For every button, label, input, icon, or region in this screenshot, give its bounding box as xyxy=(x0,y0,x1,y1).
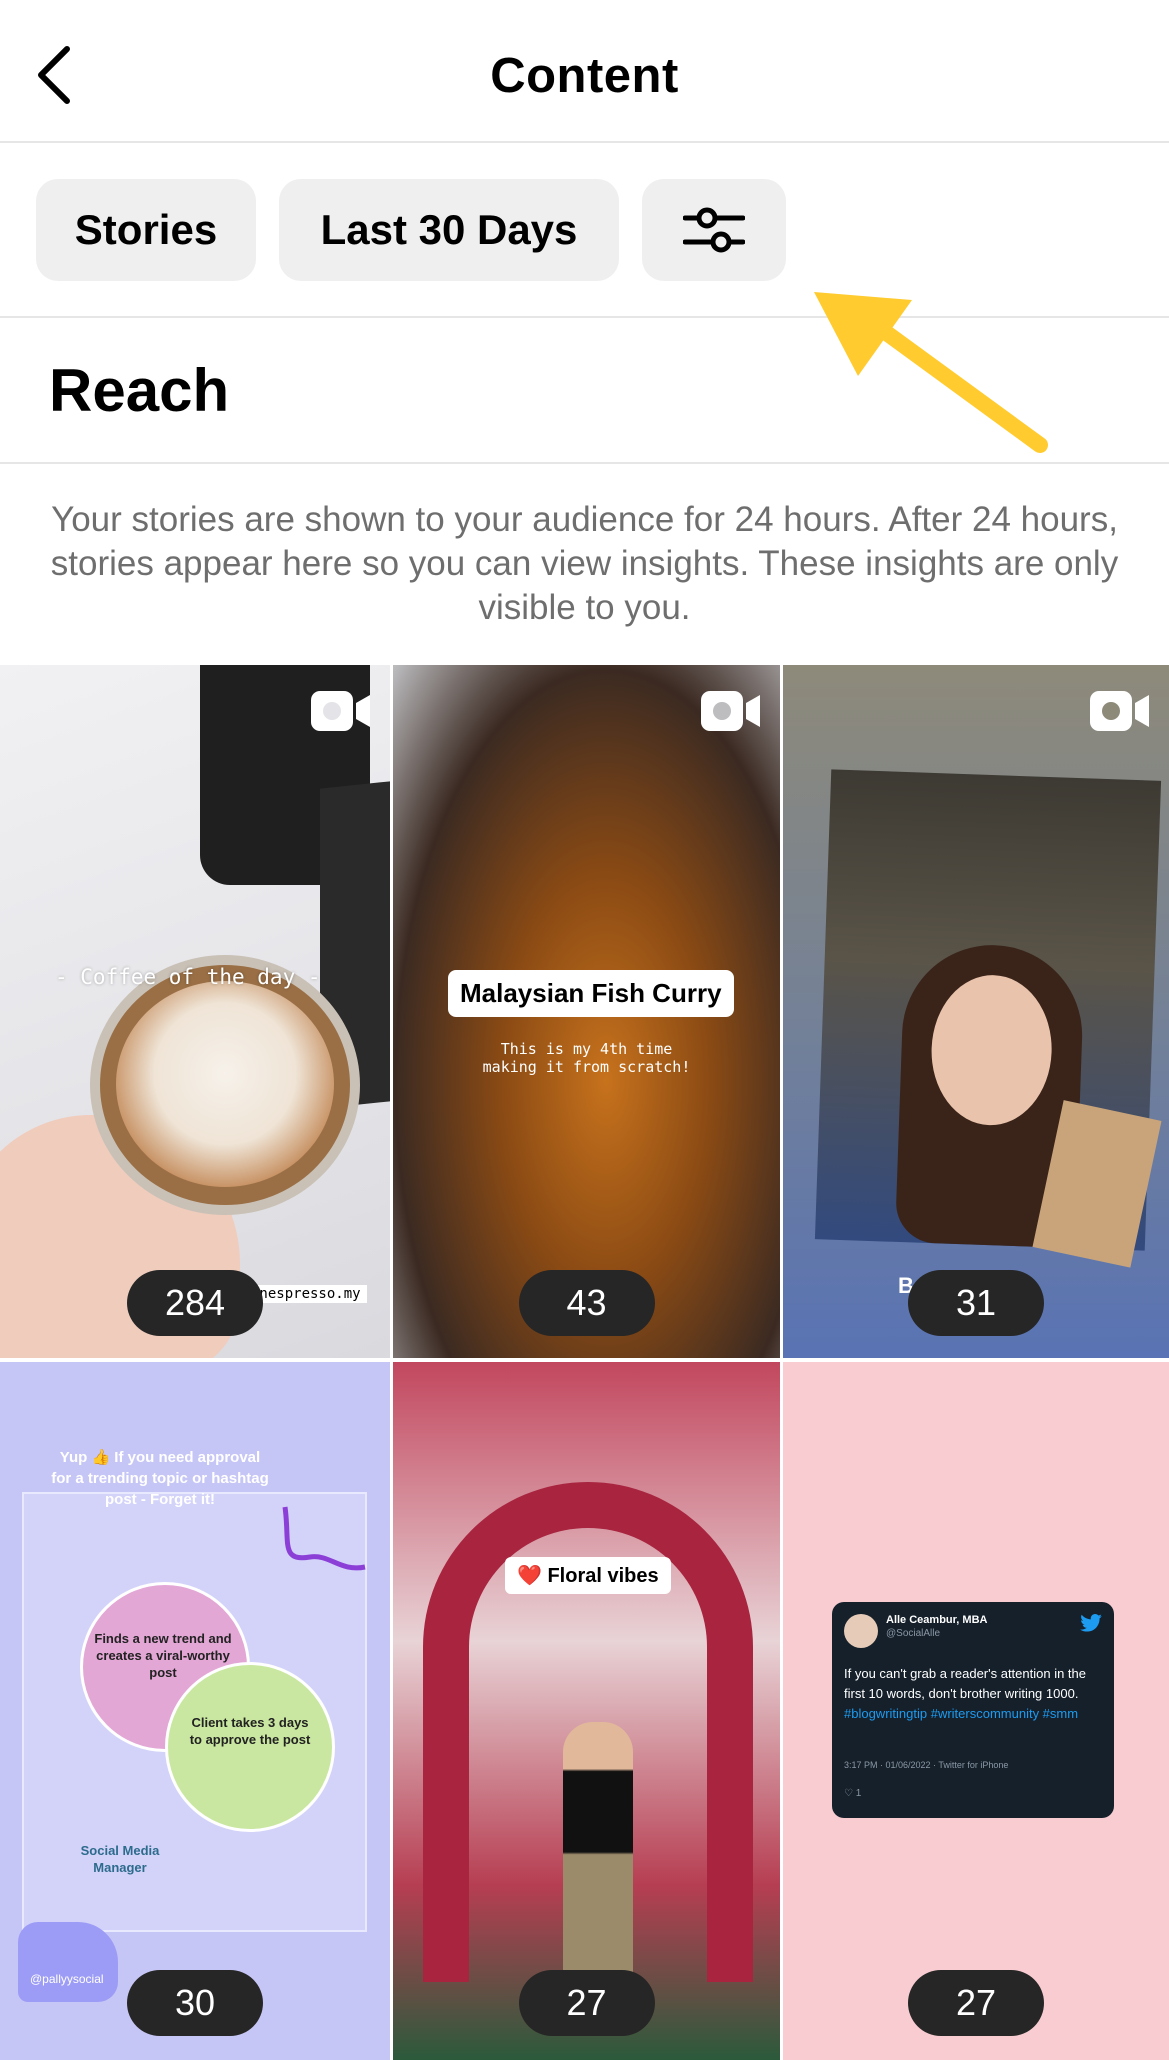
date-range-filter[interactable]: Last 30 Days xyxy=(279,179,619,281)
content-type-filter[interactable]: Stories xyxy=(36,179,256,281)
person xyxy=(563,1722,633,1982)
tweet-meta: 3:17 PM · 01/06/2022 · Twitter for iPhon… xyxy=(844,1760,1009,1770)
reach-count: 284 xyxy=(127,1270,263,1336)
story-tile-6[interactable]: Alle Ceambur, MBA @SocialAlle If you can… xyxy=(783,1362,1169,2060)
story-sticker: Malaysian Fish Curry xyxy=(448,970,734,1017)
tweet-author-handle: @SocialAlle xyxy=(886,1628,941,1639)
reach-count: 27 xyxy=(518,1970,655,2036)
story-sticker: ❤️ Floral vibes xyxy=(505,1557,671,1594)
story-tile-4[interactable]: Yup 👍 If you need approval for a trendin… xyxy=(0,1362,390,2060)
venn-label-a: Finds a new trend and creates a viral-wo… xyxy=(94,1631,232,1680)
tweet-hashtags: #blogwritingtip #writerscommunity #smm xyxy=(844,1706,1079,1721)
tweet-card: Alle Ceambur, MBA @SocialAlle If you can… xyxy=(832,1602,1114,1818)
reach-count: 31 xyxy=(908,1270,1044,1336)
selfie-photo xyxy=(814,769,1162,1268)
page-title: Content xyxy=(490,49,679,103)
top-bar: Content xyxy=(0,0,1169,143)
avatar xyxy=(844,1614,878,1648)
sliders-icon xyxy=(683,207,745,253)
story-heading: Yup 👍 If you need approval for a trendin… xyxy=(51,1449,269,1508)
filter-settings-button[interactable] xyxy=(642,179,786,281)
twitter-bird-icon xyxy=(1080,1614,1102,1632)
role-label: Social Media Manager xyxy=(80,1843,160,1875)
reach-section-header: Reach xyxy=(0,318,1169,464)
squiggle-icon xyxy=(282,1506,366,1571)
story-tile-2[interactable]: Malaysian Fish Curry This is my 4th time… xyxy=(393,665,780,1358)
stories-info-text: Your stories are shown to your audience … xyxy=(50,500,1119,627)
video-icon xyxy=(701,691,760,731)
tweet-likes: ♡ 1 xyxy=(844,1788,862,1799)
video-icon xyxy=(1090,691,1149,731)
tweet-author-name: Alle Ceambur, MBA xyxy=(886,1614,988,1626)
story-caption: This is my 4th time making it from scrat… xyxy=(482,1040,691,1076)
reach-count: 27 xyxy=(908,1970,1044,2036)
video-icon xyxy=(311,691,370,731)
reach-count: 43 xyxy=(518,1270,655,1336)
coffee-foam xyxy=(116,981,334,1187)
section-title: Reach xyxy=(49,357,230,424)
story-tile-5[interactable]: ❤️ Floral vibes 27 xyxy=(393,1362,780,2060)
story-tile-3[interactable]: B r 31 xyxy=(783,665,1169,1358)
account-handle: @pallyysocial xyxy=(30,1972,104,1986)
venn-label-b: Client takes 3 days to approve the post xyxy=(189,1715,311,1747)
decorative-blob xyxy=(18,1922,118,2002)
story-caption: - Coffee of the day - xyxy=(55,965,321,989)
story-tile-1[interactable]: - Coffee of the day - @nespresso.my 284 xyxy=(0,665,390,1358)
mention-tag: @nespresso.my xyxy=(245,1285,367,1303)
reach-count: 30 xyxy=(127,1970,263,2036)
tweet-text: If you can't grab a reader's attention i… xyxy=(844,1664,1099,1724)
stories-grid: - Coffee of the day - @nespresso.my 284 … xyxy=(0,665,1169,2060)
tweet-body: If you can't grab a reader's attention i… xyxy=(844,1666,1087,1701)
